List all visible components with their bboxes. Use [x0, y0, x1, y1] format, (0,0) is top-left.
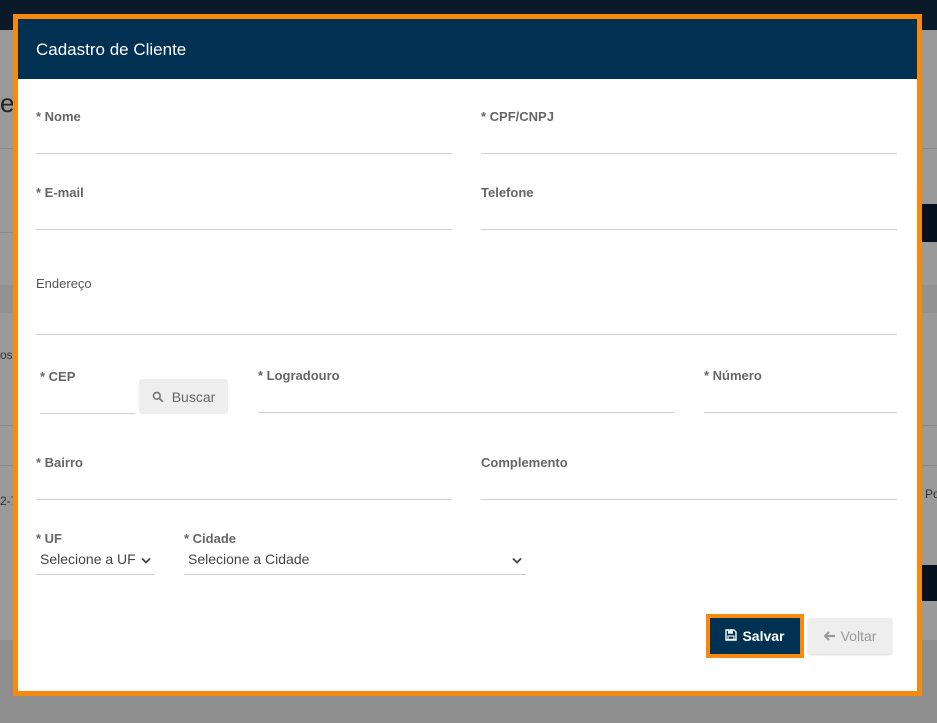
complemento-label: Complemento: [481, 455, 568, 470]
cep-label: * CEP: [40, 369, 76, 384]
background-text: Po: [925, 487, 937, 501]
background-button: [921, 565, 937, 601]
bairro-label: * Bairro: [36, 455, 83, 470]
bairro-field[interactable]: [36, 474, 452, 500]
arrow-left-icon: [823, 628, 836, 644]
background-button: [921, 204, 937, 242]
nome-label: * Nome: [36, 109, 81, 124]
cpf-cnpj-label: * CPF/CNPJ: [481, 109, 554, 124]
complemento-field[interactable]: [481, 474, 897, 500]
search-icon: [152, 391, 164, 403]
cpf-cnpj-field[interactable]: [481, 128, 897, 154]
customer-registration-modal: Cadastro de Cliente * Nome * CPF/CNPJ * …: [13, 14, 922, 696]
modal-title: Cadastro de Cliente: [36, 40, 187, 59]
email-field[interactable]: [36, 204, 452, 230]
numero-field[interactable]: [704, 387, 897, 413]
logradouro-label: * Logradouro: [258, 368, 340, 383]
cidade-select[interactable]: Selecione a Cidade: [184, 543, 526, 575]
numero-label: * Número: [704, 368, 762, 383]
email-label: * E-mail: [36, 185, 84, 200]
save-label: Salvar: [742, 628, 785, 644]
buscar-label: Buscar: [171, 388, 216, 405]
chevron-down-icon: [512, 551, 522, 567]
background-text: os: [0, 348, 13, 362]
endereco-field[interactable]: [36, 309, 897, 335]
back-button[interactable]: Voltar: [808, 618, 892, 654]
uf-selected-value: Selecione a UF: [40, 550, 136, 567]
save-button[interactable]: Salvar: [710, 618, 800, 654]
uf-select[interactable]: Selecione a UF: [36, 543, 155, 575]
buscar-cep-button[interactable]: Buscar: [139, 379, 228, 414]
chevron-down-icon: [141, 551, 151, 567]
modal-header: Cadastro de Cliente: [18, 19, 917, 79]
cep-field[interactable]: [40, 388, 135, 414]
telefone-field[interactable]: [481, 204, 897, 230]
nome-field[interactable]: [36, 128, 452, 154]
floppy-disk-icon: [725, 628, 738, 644]
logradouro-field[interactable]: [258, 387, 674, 413]
telefone-label: Telefone: [481, 185, 534, 200]
back-label: Voltar: [840, 628, 877, 644]
endereco-label: Endereço: [36, 276, 92, 291]
cidade-selected-value: Selecione a Cidade: [188, 550, 310, 567]
